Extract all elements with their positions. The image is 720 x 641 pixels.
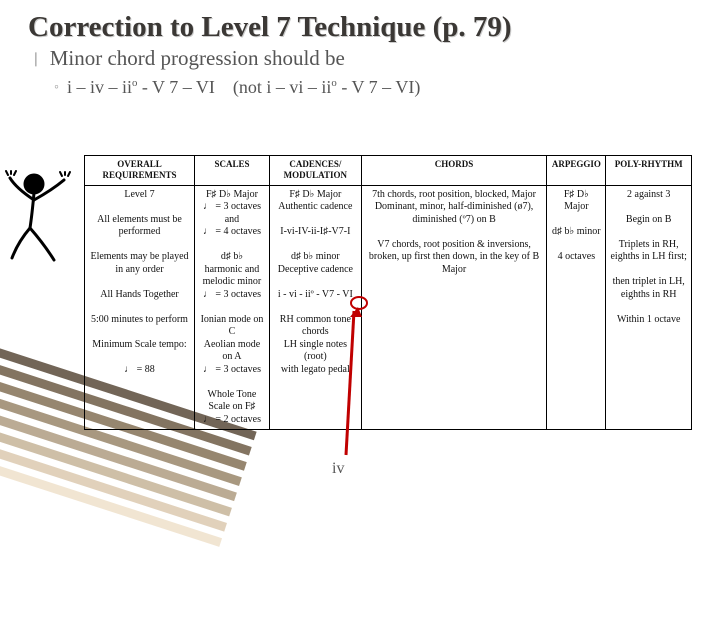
bullet-marker: ❘ (30, 51, 42, 68)
sub-bullet-marker: ◦ (54, 80, 59, 96)
table-header: CHORDS (361, 156, 547, 186)
bullet-sub: ◦ i – iv – iio - V 7 – VI (not i – vi – … (0, 77, 720, 98)
requirements-table: OVERALL REQUIREMENTSSCALESCADENCES/ MODU… (84, 155, 692, 430)
table-header: CADENCES/ MODULATION (269, 156, 361, 186)
table-row: Level 7All elements must be performedEle… (85, 185, 692, 430)
table-header: SCALES (195, 156, 270, 186)
sub-bullet-text: i – iv – iio - V 7 – VI (not i – vi – ii… (67, 77, 420, 98)
table-header: ARPEGGIO (547, 156, 606, 186)
iv-correction-label: iv (332, 460, 344, 478)
table-cell: F♯ D♭ MajorAuthentic cadenceI-vi-IV-ii-I… (269, 185, 361, 430)
stick-figure-icon (4, 170, 74, 265)
page-title: Correction to Level 7 Technique (p. 79) (0, 0, 720, 44)
table-cell: F♯ D♭ Major♩ = 3 octavesand♩ = 4 octaves… (195, 185, 270, 430)
table-cell: 2 against 3Begin on BTriplets in RH, eig… (606, 185, 692, 430)
bullet-text: Minor chord progression should be (50, 46, 345, 71)
table-cell: 7th chords, root position, blocked, Majo… (361, 185, 547, 430)
table-cell: Level 7All elements must be performedEle… (85, 185, 195, 430)
table-cell: F♯ D♭ Majord♯ b♭ minor4 octaves (547, 185, 606, 430)
table-header: POLY-RHYTHM (606, 156, 692, 186)
bullet-main: ❘ Minor chord progression should be (0, 46, 720, 71)
table-header: OVERALL REQUIREMENTS (85, 156, 195, 186)
